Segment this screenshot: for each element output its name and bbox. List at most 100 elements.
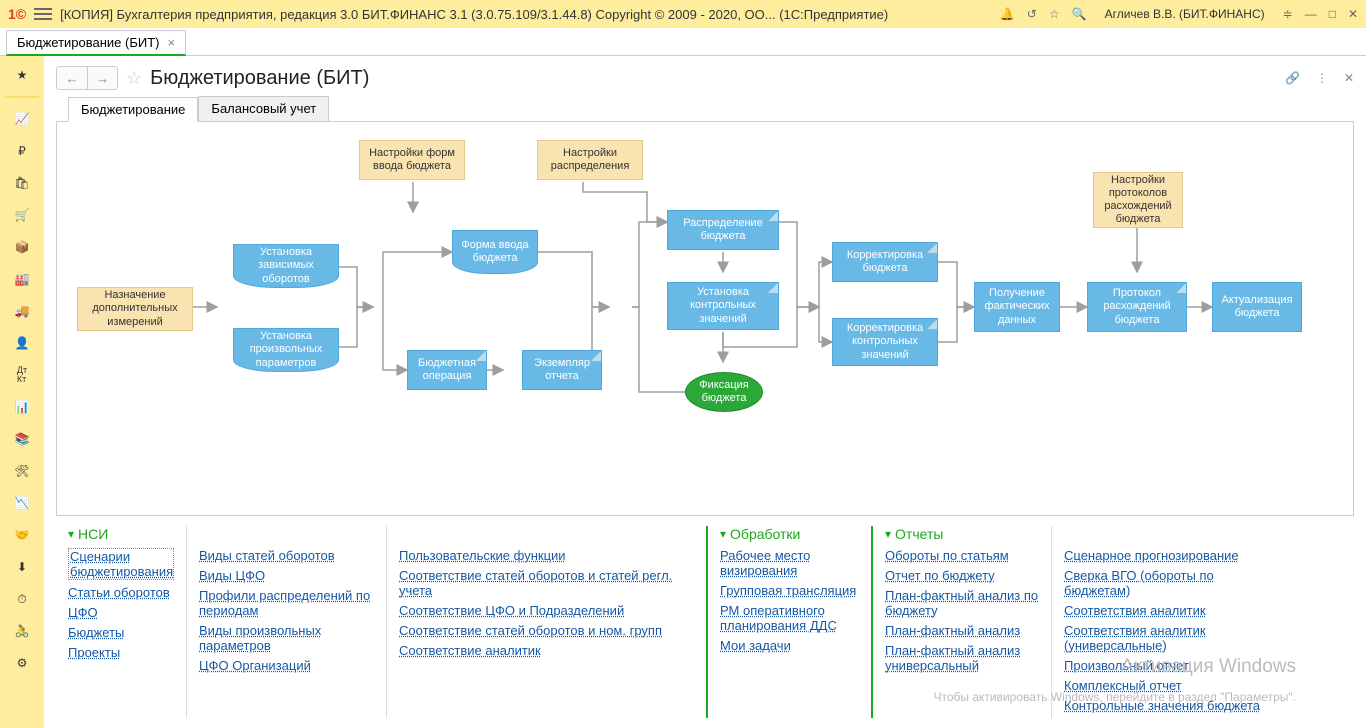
chevron-down-icon[interactable]: ▾	[885, 527, 891, 541]
node-form-settings[interactable]: Настройки форм ввода бюджета	[359, 140, 465, 180]
rail-tools-icon[interactable]: 🛠	[11, 460, 33, 482]
rail-production-icon[interactable]: 🏭	[11, 268, 33, 290]
app-title: [КОПИЯ] Бухгалтерия предприятия, редакци…	[60, 7, 992, 22]
link-cfo-org[interactable]: ЦФО Организаций	[199, 658, 374, 673]
favorite-icon[interactable]: ☆	[126, 68, 142, 89]
link-match-turnover-acc[interactable]: Соответствие статей оборотов и статей ре…	[399, 568, 694, 598]
node-adj-ctrl[interactable]: Корректировка контрольных значений	[832, 318, 938, 366]
link-budgets[interactable]: Бюджеты	[68, 625, 174, 640]
link-planfact-uni[interactable]: План-фактный анализ универсальный	[885, 643, 1039, 673]
node-fixation[interactable]: Фиксация бюджета	[685, 372, 763, 412]
rail-dtkt-icon[interactable]: ДтКт	[11, 364, 33, 386]
node-assign-dims[interactable]: Назначение дополнительных измерений	[77, 287, 193, 331]
nav-arrows: ← →	[56, 66, 118, 90]
node-budget-dist[interactable]: Распределение бюджета	[667, 210, 779, 250]
link-turnover-by-items[interactable]: Обороты по статьям	[885, 548, 1039, 563]
filter-icon[interactable]: ≑	[1283, 7, 1293, 21]
close-icon[interactable]: ✕	[1348, 7, 1358, 21]
group-reports-heading: ▾Отчеты	[885, 526, 1039, 542]
link-match-cfo-dep[interactable]: Соответствие ЦФО и Подразделений	[399, 603, 694, 618]
rail-gauge-icon[interactable]: ⏱	[11, 588, 33, 610]
link-match-analytics-uni[interactable]: Соответствия аналитик (универсальные)	[1064, 623, 1269, 653]
subtab-balance[interactable]: Балансовый учет	[198, 96, 329, 121]
link-scenarios[interactable]: Сценарии бюджетирования	[68, 548, 174, 580]
rail-growth-icon[interactable]: 📉	[11, 492, 33, 514]
more-icon[interactable]: ⋮	[1316, 71, 1328, 85]
rail-bars-icon[interactable]: 📊	[11, 396, 33, 418]
link-custom-report[interactable]: Произвольный отчет	[1064, 658, 1269, 673]
rail-settings-icon[interactable]: ⚙	[11, 652, 33, 674]
rail-person-icon[interactable]: 👤	[11, 332, 33, 354]
link-planfact[interactable]: План-фактный анализ	[885, 623, 1039, 638]
rail-chart-icon[interactable]: 📈	[11, 108, 33, 130]
link-budget-report[interactable]: Отчет по бюджету	[885, 568, 1039, 583]
link-group-broadcast[interactable]: Групповая трансляция	[720, 583, 859, 598]
link-ctrl-values[interactable]: Контрольные значения бюджета	[1064, 698, 1269, 713]
node-get-fact[interactable]: Получение фактических данных	[974, 282, 1060, 332]
link-match-analytics[interactable]: Соответствие аналитик	[399, 643, 694, 658]
link-complex-report[interactable]: Комплексный отчет	[1064, 678, 1269, 693]
page-header: ← → ☆ Бюджетирование (БИТ) 🔗 ⋮ ✕	[44, 56, 1366, 96]
node-actualize[interactable]: Актуализация бюджета	[1212, 282, 1302, 332]
open-tabs: Бюджетирование (БИТ) ×	[0, 28, 1366, 56]
rail-hand-icon[interactable]: 🤝	[11, 524, 33, 546]
node-proto-settings[interactable]: Настройки протоколов расхождений бюджета	[1093, 172, 1183, 228]
link-vgo[interactable]: Сверка ВГО (обороты по бюджетам)	[1064, 568, 1269, 598]
link-scenario-forecast[interactable]: Сценарное прогнозирование	[1064, 548, 1269, 563]
rail-link-icon[interactable]: 🚴	[11, 620, 33, 642]
link-projects[interactable]: Проекты	[68, 645, 174, 660]
link-match-analytics2[interactable]: Соответствия аналитик	[1064, 603, 1269, 618]
page-title: Бюджетирование (БИТ)	[150, 67, 369, 90]
link-kinds-params[interactable]: Виды произвольных параметров	[199, 623, 374, 653]
link-profiles[interactable]: Профили распределений по периодам	[199, 588, 374, 618]
tab-label: Бюджетирование (БИТ)	[17, 35, 160, 50]
node-budget-op[interactable]: Бюджетная операция	[407, 350, 487, 390]
node-adj-budget[interactable]: Корректировка бюджета	[832, 242, 938, 282]
link-my-tasks[interactable]: Мои задачи	[720, 638, 859, 653]
user-label[interactable]: Агличев В.В. (БИТ.ФИНАНС)	[1105, 7, 1265, 21]
node-dist-settings[interactable]: Настройки распределения	[537, 140, 643, 180]
close-page-icon[interactable]: ✕	[1344, 71, 1354, 85]
maximize-icon[interactable]: □	[1329, 7, 1336, 21]
link-vising-wp[interactable]: Рабочее место визирования	[720, 548, 859, 578]
link-user-func[interactable]: Пользовательские функции	[399, 548, 694, 563]
link-kinds-cfo[interactable]: Виды ЦФО	[199, 568, 374, 583]
star-icon[interactable]: ☆	[1049, 7, 1060, 21]
rail-divider	[5, 96, 39, 98]
history-icon[interactable]: ↺	[1027, 7, 1037, 21]
sub-tabs: Бюджетирование Балансовый учет	[56, 96, 1354, 121]
node-protocol[interactable]: Протокол расхождений бюджета	[1087, 282, 1187, 332]
node-report-inst[interactable]: Экземпляр отчета	[522, 350, 602, 390]
rail-books-icon[interactable]: 📚	[11, 428, 33, 450]
subtab-budgeting[interactable]: Бюджетирование	[68, 97, 198, 122]
minimize-icon[interactable]: —	[1305, 7, 1317, 21]
tab-budgeting[interactable]: Бюджетирование (БИТ) ×	[6, 30, 186, 56]
link-turnover-items[interactable]: Статьи оборотов	[68, 585, 174, 600]
rail-truck-icon[interactable]: 🚚	[11, 300, 33, 322]
rail-star-icon[interactable]: ★	[11, 64, 33, 86]
nav-back-button[interactable]: ←	[57, 67, 87, 89]
link-kinds-turnover[interactable]: Виды статей оборотов	[199, 548, 374, 563]
title-bar: 1© [КОПИЯ] Бухгалтерия предприятия, реда…	[0, 0, 1366, 28]
rail-download-icon[interactable]: ⬇	[11, 556, 33, 578]
nav-forward-button[interactable]: →	[87, 67, 117, 89]
bell-icon[interactable]: 🔔	[1000, 7, 1015, 21]
chevron-down-icon[interactable]: ▾	[68, 527, 74, 541]
tab-close-icon[interactable]: ×	[168, 35, 176, 50]
menu-icon[interactable]	[34, 5, 52, 23]
rail-cart-icon[interactable]: 🛒	[11, 204, 33, 226]
node-ctrl-values[interactable]: Установка контрольных значений	[667, 282, 779, 330]
node-dep-turnover[interactable]: Установка зависимых оборотов	[233, 244, 339, 288]
link-planfact-budget[interactable]: План-фактный анализ по бюджету	[885, 588, 1039, 618]
link-icon[interactable]: 🔗	[1285, 71, 1300, 85]
node-arb-params[interactable]: Установка произвольных параметров	[233, 328, 339, 372]
chevron-down-icon[interactable]: ▾	[720, 527, 726, 541]
node-input-form[interactable]: Форма ввода бюджета	[452, 230, 538, 274]
rail-ruble-icon[interactable]: ₽	[11, 140, 33, 162]
search-icon[interactable]: 🔍	[1072, 7, 1087, 21]
link-rm-dds[interactable]: РМ оперативного планирования ДДС	[720, 603, 859, 633]
rail-warehouse-icon[interactable]: 📦	[11, 236, 33, 258]
link-match-turnover-nom[interactable]: Соответствие статей оборотов и ном. груп…	[399, 623, 694, 638]
link-cfo[interactable]: ЦФО	[68, 605, 174, 620]
rail-bag-icon[interactable]: 🛍	[11, 172, 33, 194]
